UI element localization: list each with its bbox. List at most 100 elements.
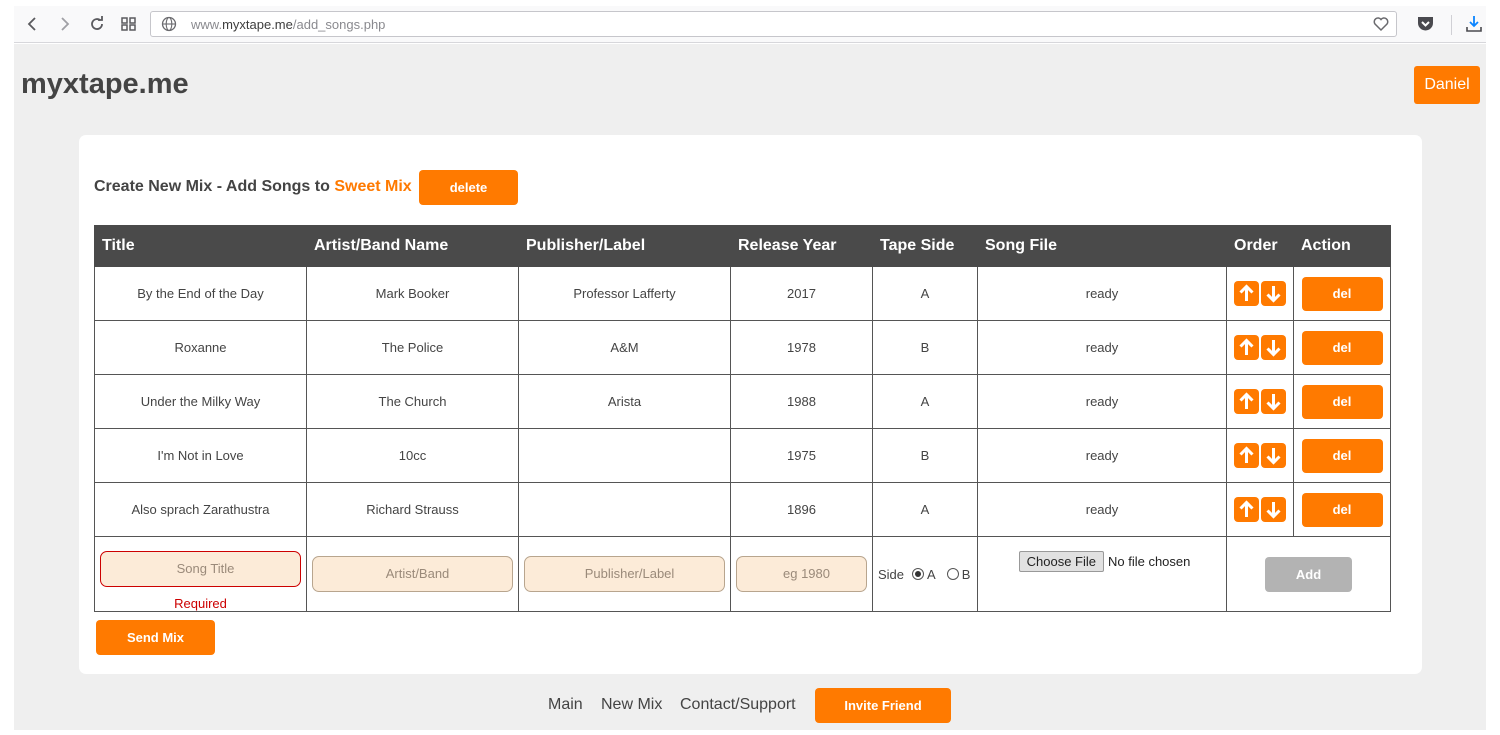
grid-icon[interactable] (120, 15, 138, 33)
del-button[interactable]: del (1301, 492, 1383, 527)
del-button[interactable]: del (1301, 330, 1383, 365)
add-cell: Add (1226, 536, 1391, 612)
column-header-year: Release Year (730, 225, 873, 267)
file-input-cell: Choose File No file chosen (977, 536, 1227, 612)
page: myxtape.me Daniel Create New Mix - Add S… (14, 44, 1486, 730)
cell-order (1226, 428, 1294, 483)
side-radio-group: Side A B (878, 567, 977, 582)
mix-card: Create New Mix - Add Songs to Sweet Mix … (79, 135, 1422, 674)
footer-link-new-mix[interactable]: New Mix (601, 696, 662, 714)
cell-title: Also sprach Zarathustra (94, 482, 307, 537)
cell-year: 1896 (730, 482, 873, 537)
table-row: I'm Not in Love 10cc 1975 B ready del (94, 428, 1391, 483)
cell-publisher (518, 428, 731, 483)
year-field[interactable]: eg 1980 (736, 556, 867, 592)
publisher-field[interactable]: Publisher/Label (524, 556, 725, 592)
column-header-side: Tape Side (872, 225, 978, 267)
arrow-up-icon[interactable] (1234, 281, 1259, 306)
browser-toolbar: www.myxtape.me/add_songs.php (14, 6, 1486, 43)
cell-action: del (1293, 374, 1391, 429)
publisher-input-cell: Publisher/Label (518, 536, 731, 612)
del-button[interactable]: del (1301, 438, 1383, 473)
forward-icon[interactable] (55, 15, 73, 33)
arrow-up-icon[interactable] (1234, 443, 1259, 468)
heart-icon[interactable] (1372, 15, 1390, 33)
column-header-action: Action (1293, 225, 1391, 267)
arrow-down-icon[interactable] (1261, 389, 1286, 414)
cell-title: Under the Milky Way (94, 374, 307, 429)
cell-title: Roxanne (94, 320, 307, 375)
cell-artist: Mark Booker (306, 266, 519, 321)
globe-icon (161, 16, 177, 32)
side-label: Side (878, 566, 905, 582)
pocket-icon[interactable] (1416, 15, 1435, 33)
cell-action: del (1293, 266, 1391, 321)
cell-side: B (872, 320, 978, 375)
table-row: Also sprach Zarathustra Richard Strauss … (94, 482, 1391, 537)
del-button[interactable]: del (1301, 384, 1383, 419)
side-input-cell: Side A B (872, 536, 978, 612)
arrow-up-icon[interactable] (1234, 389, 1259, 414)
file-status: No file chosen (1107, 554, 1191, 569)
choose-file-button[interactable]: Choose File (1018, 551, 1104, 572)
mix-name: Sweet Mix (334, 178, 412, 195)
cell-year: 1978 (730, 320, 873, 375)
add-button[interactable]: Add (1265, 556, 1352, 592)
column-header-order: Order (1226, 225, 1294, 267)
side-b-radio[interactable] (946, 568, 959, 580)
cell-artist: The Church (306, 374, 519, 429)
arrow-down-icon[interactable] (1261, 281, 1286, 306)
site-logo[interactable]: myxtape.me (21, 68, 189, 101)
arrow-up-icon[interactable] (1234, 497, 1259, 522)
add-song-row: Song Title Required Artist/Band Publishe… (94, 536, 1391, 612)
song-title-field[interactable]: Song Title (100, 551, 301, 587)
cell-file: ready (977, 320, 1227, 375)
column-header-title: Title (94, 225, 307, 267)
footer-link-main[interactable]: Main (548, 696, 583, 714)
cell-side: B (872, 428, 978, 483)
toolbar-divider (1451, 15, 1452, 35)
cell-year: 1975 (730, 428, 873, 483)
cell-year: 1988 (730, 374, 873, 429)
cell-file: ready (977, 266, 1227, 321)
cell-artist: 10cc (306, 428, 519, 483)
send-mix-button[interactable]: Send Mix (96, 620, 215, 655)
cell-order (1226, 482, 1294, 537)
cell-publisher (518, 482, 731, 537)
artist-field[interactable]: Artist/Band (312, 556, 513, 592)
back-icon[interactable] (24, 15, 42, 33)
cell-side: A (872, 374, 978, 429)
cell-side: A (872, 482, 978, 537)
reload-icon[interactable] (88, 15, 106, 33)
table-row: Under the Milky Way The Church Arista 19… (94, 374, 1391, 429)
year-input-cell: eg 1980 (730, 536, 873, 612)
cell-file: ready (977, 374, 1227, 429)
arrow-down-icon[interactable] (1261, 443, 1286, 468)
column-header-publisher: Publisher/Label (518, 225, 731, 267)
page-title: Create New Mix - Add Songs to Sweet Mix (94, 178, 412, 195)
cell-title: I'm Not in Love (94, 428, 307, 483)
column-header-artist: Artist/Band Name (306, 225, 519, 267)
user-button[interactable]: Daniel (1414, 66, 1480, 104)
cell-order (1226, 320, 1294, 375)
delete-mix-button[interactable]: delete (419, 170, 518, 205)
cell-artist: Richard Strauss (306, 482, 519, 537)
invite-friend-button[interactable]: Invite Friend (815, 688, 951, 723)
address-bar[interactable]: www.myxtape.me/add_songs.php (150, 11, 1397, 37)
table-header-row: Title Artist/Band Name Publisher/Label R… (94, 225, 1391, 267)
cell-file: ready (977, 428, 1227, 483)
cell-publisher: A&M (518, 320, 731, 375)
url-text: www.myxtape.me/add_songs.php (191, 17, 386, 32)
side-a-radio[interactable] (912, 568, 925, 580)
cell-title: By the End of the Day (94, 266, 307, 321)
songs-table: Title Artist/Band Name Publisher/Label R… (94, 225, 1391, 612)
artist-input-cell: Artist/Band (306, 536, 519, 612)
cell-action: del (1293, 320, 1391, 375)
download-icon[interactable] (1465, 14, 1483, 34)
footer-link-contact[interactable]: Contact/Support (680, 696, 796, 714)
arrow-up-icon[interactable] (1234, 335, 1259, 360)
arrow-down-icon[interactable] (1261, 497, 1286, 522)
arrow-down-icon[interactable] (1261, 335, 1286, 360)
del-button[interactable]: del (1301, 276, 1383, 311)
table-row: Roxanne The Police A&M 1978 B ready del (94, 320, 1391, 375)
